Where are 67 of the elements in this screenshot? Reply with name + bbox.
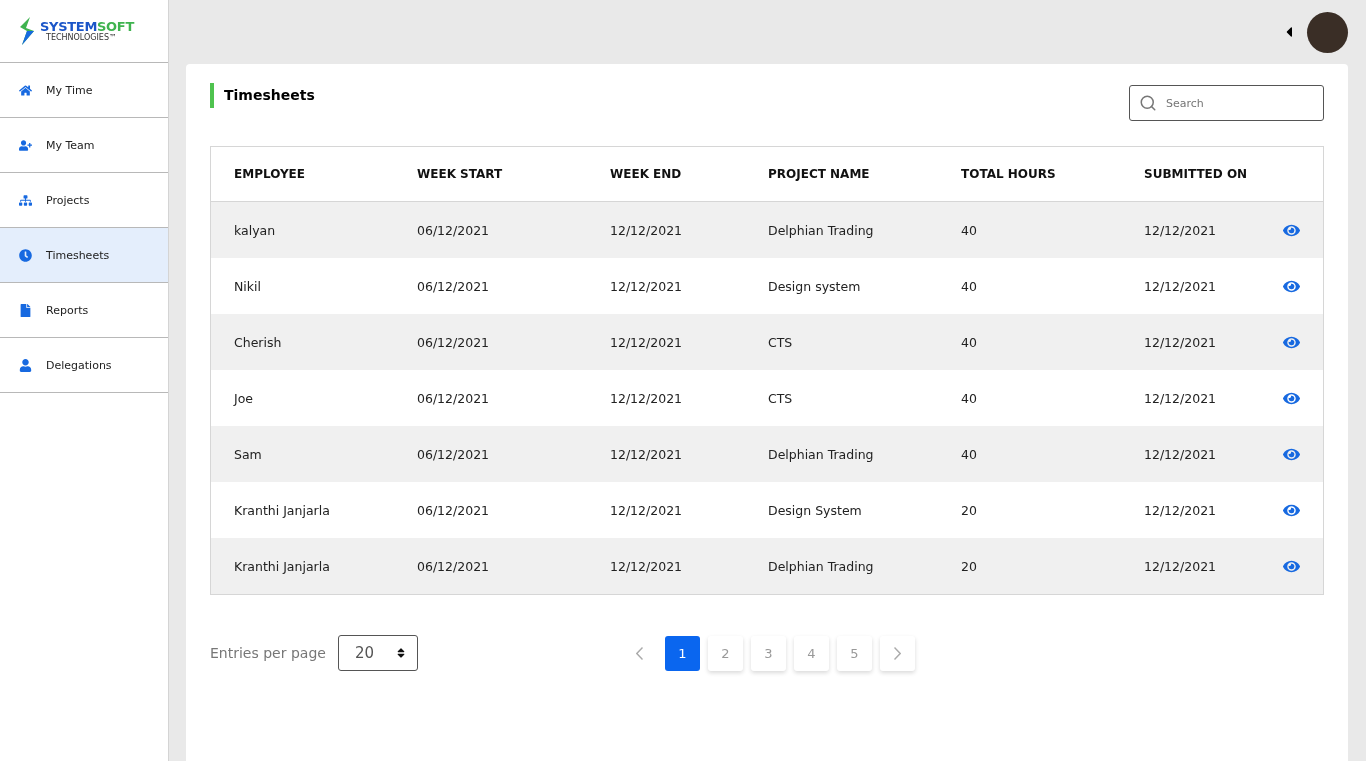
column-header: WEEK START: [417, 167, 504, 181]
table-cell-text: 06/12/2021: [417, 278, 491, 294]
table-cell-text: 12/12/2021: [1144, 222, 1218, 238]
table-cell-text: 40: [961, 278, 978, 294]
table-cell-text: 06/12/2021: [417, 390, 491, 406]
search-icon: [1139, 94, 1157, 112]
table-cell-text: 40: [961, 446, 978, 462]
page-button[interactable]: 1: [664, 635, 700, 671]
table-cell-text: 12/12/2021: [610, 390, 684, 406]
avatar[interactable]: [1307, 11, 1348, 53]
page-title: Timesheets: [210, 83, 315, 108]
sitemap-icon: [19, 193, 32, 207]
table-cell-text: 40: [961, 390, 978, 406]
add-user-icon: [19, 138, 32, 152]
table-cell-text: Design system: [768, 278, 862, 294]
table-cell-text: 12/12/2021: [1144, 278, 1218, 294]
table-cell-text: 06/12/2021: [417, 558, 491, 574]
table-cell-text: 12/12/2021: [610, 334, 684, 350]
column-header: EMPLOYEE: [234, 167, 306, 181]
table-cell-text: Delphian Trading: [768, 558, 875, 574]
user-icon: [19, 358, 32, 372]
table-cell-text: 20: [961, 502, 978, 518]
table-cell-text: 06/12/2021: [417, 334, 491, 350]
table-cell-text: Delphian Trading: [768, 446, 875, 462]
logo-wordmark: SYSTEMSOFT: [40, 20, 134, 33]
table-cell-text: Kranthi Janjarla: [234, 502, 331, 518]
entries-label: Entries per page: [210, 645, 326, 661]
table-cell-text: 12/12/2021: [610, 502, 684, 518]
home-icon: [19, 83, 32, 97]
column-header: WEEK END: [610, 167, 683, 181]
table-cell-text: Cherish: [234, 334, 283, 350]
chevron-left-icon: [635, 646, 643, 660]
table-cell-text: Design System: [768, 502, 863, 518]
search-field[interactable]: Search: [1129, 85, 1324, 121]
clock-icon: [19, 248, 32, 262]
table-cell-text: 20: [961, 558, 978, 574]
table-cell-text: 12/12/2021: [610, 558, 684, 574]
sidebar-item[interactable]: Timesheets: [0, 228, 168, 283]
table-cell-text: 40: [961, 334, 978, 350]
file-icon: [19, 303, 32, 317]
logo-icon: [18, 17, 36, 45]
entries-select[interactable]: 20: [337, 635, 418, 671]
table-cell-text: Sam: [234, 446, 263, 462]
table-cell-text: Nikil: [234, 278, 262, 294]
table-cell-text: 40: [961, 222, 978, 238]
table-cell-text: 06/12/2021: [417, 222, 491, 238]
column-header: PROJECT NAME: [768, 167, 871, 181]
column-header: TOTAL HOURS: [961, 167, 1057, 181]
table-cell-text: 12/12/2021: [1144, 502, 1218, 518]
table-cell-text: 06/12/2021: [417, 502, 491, 518]
table-cell-text: CTS: [768, 334, 794, 350]
table-cell-text: 12/12/2021: [610, 278, 684, 294]
logo-tagline: TECHNOLOGIES™: [46, 34, 118, 42]
table-cell-text: 12/12/2021: [1144, 334, 1218, 350]
table-cell-text: Joe: [234, 390, 255, 406]
column-header: SUBMITTED ON: [1144, 167, 1249, 181]
table-cell-text: kalyan: [234, 222, 277, 238]
table-cell-text: Delphian Trading: [768, 222, 875, 238]
chevron-right-icon: [893, 646, 901, 660]
table-cell-text: 12/12/2021: [1144, 446, 1218, 462]
table-cell-text: 12/12/2021: [610, 222, 684, 238]
table-cell-text: Kranthi Janjarla: [234, 558, 331, 574]
table-cell-text: 12/12/2021: [1144, 390, 1218, 406]
table-cell-text: 12/12/2021: [610, 446, 684, 462]
table-cell-text: CTS: [768, 390, 794, 406]
table-cell-text: 12/12/2021: [1144, 558, 1218, 574]
table-cell-text: 06/12/2021: [417, 446, 491, 462]
